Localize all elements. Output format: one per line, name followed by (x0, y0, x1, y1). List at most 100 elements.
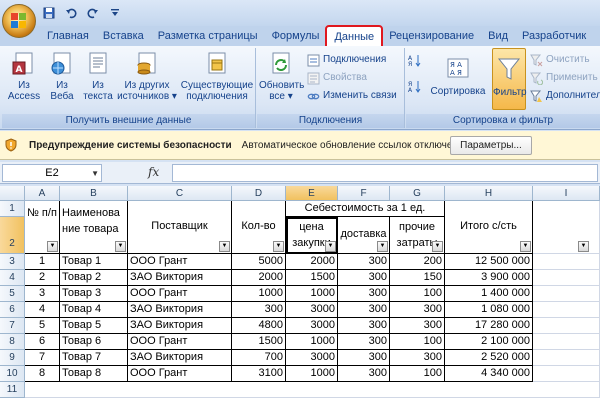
row-header-4[interactable]: 4 (0, 270, 25, 286)
chevron-down-icon[interactable]: ▼ (432, 241, 443, 252)
cell-total[interactable]: 4 340 000 (445, 366, 533, 382)
cell-total[interactable]: 3 900 000 (445, 270, 533, 286)
header-supplier[interactable]: Поставщик (128, 201, 232, 254)
chevron-down-icon[interactable]: ▼ (273, 241, 284, 252)
cell-i[interactable] (533, 254, 600, 270)
from-text-button[interactable]: Из текста (80, 50, 116, 102)
row-header-1[interactable]: 1 (0, 201, 25, 217)
tab-developer[interactable]: Разработчик (515, 26, 593, 46)
cell-other[interactable]: 100 (390, 366, 445, 382)
cell-total[interactable]: 1 400 000 (445, 286, 533, 302)
connections-button[interactable]: Подключения (307, 52, 386, 68)
cell-delivery[interactable]: 300 (338, 350, 390, 366)
insert-function-icon[interactable]: fx (148, 165, 159, 179)
header-cost-group[interactable]: Себестоимость за 1 ед. (286, 201, 445, 217)
from-web-button[interactable]: Из Веба (44, 50, 80, 102)
cell-delivery[interactable]: 300 (338, 302, 390, 318)
row-header-3[interactable]: 3 (0, 254, 25, 270)
chevron-down-icon[interactable]: ▼ (520, 241, 531, 252)
edit-links-button[interactable]: Изменить связи (307, 88, 397, 104)
col-header-a[interactable]: A (25, 186, 60, 201)
cell-n[interactable]: 3 (25, 286, 60, 302)
tab-insert[interactable]: Вставка (96, 26, 151, 46)
cell-i[interactable] (533, 318, 600, 334)
cell-n[interactable]: 8 (25, 366, 60, 382)
cell-n[interactable]: 5 (25, 318, 60, 334)
cell-qty[interactable]: 300 (232, 302, 286, 318)
cell-n[interactable]: 1 (25, 254, 60, 270)
chevron-down-icon[interactable]: ▼ (91, 166, 99, 182)
cell-total[interactable]: 17 280 000 (445, 318, 533, 334)
cell-i[interactable] (533, 286, 600, 302)
col-header-h[interactable]: H (445, 186, 533, 201)
cell-other[interactable]: 300 (390, 302, 445, 318)
row-header-9[interactable]: 9 (0, 350, 25, 366)
refresh-all-button[interactable]: Обновить все ▾ (259, 50, 304, 102)
col-header-i[interactable]: I (533, 186, 600, 201)
tab-data[interactable]: Данные (325, 25, 384, 48)
office-button[interactable] (2, 4, 36, 38)
row-header-6[interactable]: 6 (0, 302, 25, 318)
cell-supplier[interactable]: ЗАО Виктория (128, 318, 232, 334)
cell-price[interactable]: 3000 (286, 302, 338, 318)
cell-other[interactable]: 100 (390, 334, 445, 350)
cell-supplier[interactable]: ЗАО Виктория (128, 302, 232, 318)
cell-price[interactable]: 3000 (286, 318, 338, 334)
cell-n[interactable]: 6 (25, 334, 60, 350)
col-header-c[interactable]: C (128, 186, 232, 201)
sort-za-button[interactable]: ЯA (408, 78, 421, 94)
tab-page-layout[interactable]: Разметка страницы (151, 26, 265, 46)
cell-name[interactable]: Товар 7 (60, 350, 128, 366)
cell-delivery[interactable]: 300 (338, 270, 390, 286)
cell-i-header[interactable] (533, 201, 600, 254)
cell-qty[interactable]: 4800 (232, 318, 286, 334)
col-header-e[interactable]: E (286, 186, 338, 201)
properties-button[interactable]: Свойства (307, 70, 367, 86)
cell-total[interactable]: 2 520 000 (445, 350, 533, 366)
sort-button[interactable]: Я АА Я Сортировка (426, 50, 490, 97)
cell-total[interactable]: 1 080 000 (445, 302, 533, 318)
row-header-7[interactable]: 7 (0, 318, 25, 334)
row-header-8[interactable]: 8 (0, 334, 25, 350)
cell-qty[interactable]: 1000 (232, 286, 286, 302)
existing-connections-button[interactable]: Существующие подключения (180, 50, 254, 102)
col-header-g[interactable]: G (390, 186, 445, 201)
chevron-down-icon[interactable]: ▼ (578, 241, 589, 252)
customize-icon[interactable] (106, 5, 124, 21)
cell-delivery[interactable]: 300 (338, 366, 390, 382)
advanced-filter-button[interactable]: Дополнител (530, 88, 600, 104)
cell-n[interactable]: 7 (25, 350, 60, 366)
cell-price[interactable]: 1000 (286, 366, 338, 382)
cell-price[interactable]: 1000 (286, 334, 338, 350)
cell-price[interactable]: 1500 (286, 270, 338, 286)
filter-button[interactable]: Фильтр (492, 48, 527, 110)
cell-i[interactable] (533, 366, 600, 382)
security-options-button[interactable]: Параметры... (450, 136, 532, 155)
sort-az-button[interactable]: AЯ (408, 52, 421, 68)
chevron-down-icon[interactable]: ▼ (115, 241, 126, 252)
cell-name[interactable]: Товар 6 (60, 334, 128, 350)
tab-home[interactable]: Главная (40, 26, 96, 46)
cell-supplier[interactable]: ООО Грант (128, 334, 232, 350)
tab-review[interactable]: Рецензирование (382, 26, 481, 46)
cell-other[interactable]: 200 (390, 254, 445, 270)
cell-delivery[interactable]: 300 (338, 286, 390, 302)
col-header-b[interactable]: B (60, 186, 128, 201)
cell-supplier[interactable]: ООО Грант (128, 286, 232, 302)
empty-row[interactable] (25, 382, 600, 398)
undo-icon[interactable] (62, 5, 80, 21)
cell-n[interactable]: 4 (25, 302, 60, 318)
cell-name[interactable]: Товар 5 (60, 318, 128, 334)
row-header-11[interactable]: 11 (0, 382, 25, 398)
cell-n[interactable]: 2 (25, 270, 60, 286)
reapply-button[interactable]: Применить п (530, 70, 600, 86)
cell-other[interactable]: 100 (390, 286, 445, 302)
row-header-10[interactable]: 10 (0, 366, 25, 382)
chevron-down-icon[interactable]: ▼ (219, 241, 230, 252)
formula-input[interactable] (172, 164, 598, 182)
cell-delivery[interactable]: 300 (338, 318, 390, 334)
chevron-down-icon[interactable]: ▼ (325, 241, 336, 252)
redo-icon[interactable] (84, 5, 102, 21)
cell-price[interactable]: 1000 (286, 286, 338, 302)
cell-supplier[interactable]: ЗАО Виктория (128, 270, 232, 286)
